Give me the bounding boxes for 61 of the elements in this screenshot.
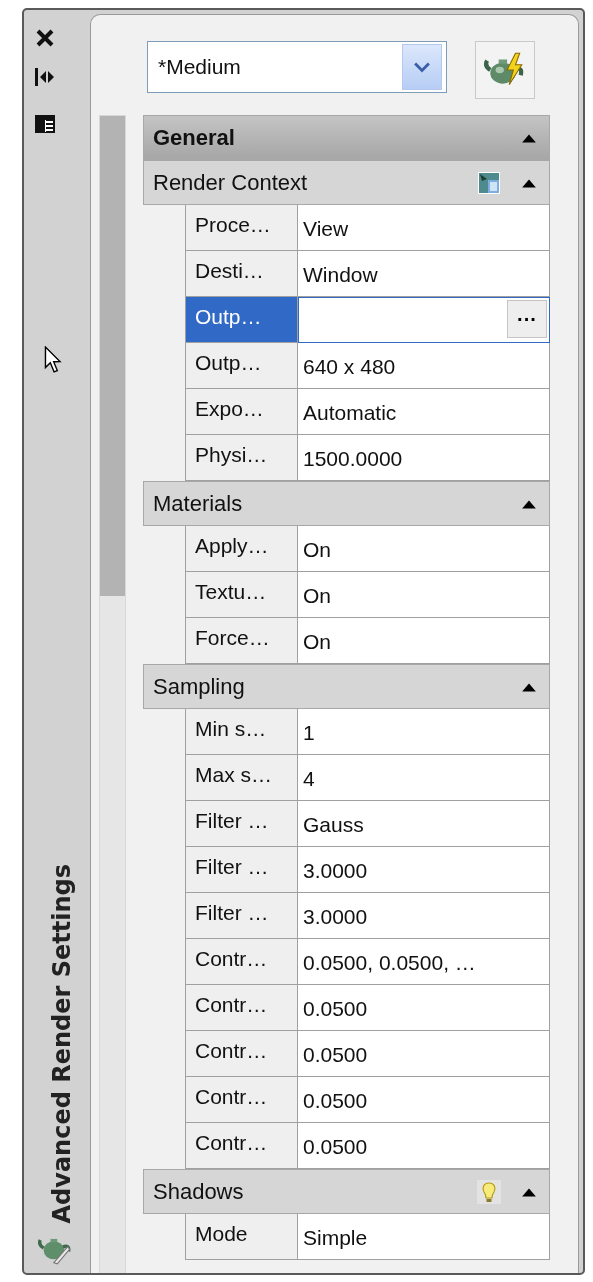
property-name[interactable]: Proce… xyxy=(185,205,298,251)
property-value[interactable]: On xyxy=(298,618,550,664)
property-value[interactable]: 0.0500 xyxy=(298,1077,550,1123)
palette-title: Advanced Render Settings xyxy=(48,863,76,1223)
property-value[interactable]: Gauss xyxy=(298,801,550,847)
section-title: General xyxy=(153,124,236,151)
property-name[interactable]: Force… xyxy=(185,618,298,664)
property-value[interactable]: 0.0500 xyxy=(298,985,550,1031)
property-name[interactable]: Min s… xyxy=(185,709,298,755)
property-name[interactable]: Contr… xyxy=(185,1123,298,1169)
property-name[interactable]: Contr… xyxy=(185,1077,298,1123)
section-title: Sampling xyxy=(153,673,246,700)
property-name[interactable]: Apply… xyxy=(185,526,298,572)
property-name[interactable]: Contr… xyxy=(185,985,298,1031)
section-header[interactable]: Shadows xyxy=(143,1169,550,1214)
property-name[interactable]: Expo… xyxy=(185,389,298,435)
property-name[interactable]: Contr… xyxy=(185,1031,298,1077)
properties-icon[interactable] xyxy=(34,113,56,135)
section-title: Shadows xyxy=(153,1178,245,1205)
property-name[interactable]: Contr… xyxy=(185,939,298,985)
auto-hide-icon[interactable] xyxy=(34,66,56,88)
property-value[interactable]: On xyxy=(298,526,550,572)
property-value[interactable]: 3.0000 xyxy=(298,893,550,939)
property-value[interactable]: 0.0500 xyxy=(298,1031,550,1077)
section-title: Render Context xyxy=(153,169,309,196)
property-value[interactable]: 1 xyxy=(298,709,550,755)
property-value[interactable]: 0.0500 xyxy=(298,1123,550,1169)
section-header[interactable]: General xyxy=(143,115,550,160)
property-name[interactable]: Outp… xyxy=(185,343,298,389)
chevron-down-icon xyxy=(414,61,430,73)
property-value[interactable]: 0.0500, 0.0500, … xyxy=(298,939,550,985)
property-value[interactable]: View xyxy=(298,205,550,251)
property-name[interactable]: Filter … xyxy=(185,893,298,939)
property-value[interactable]: ··· xyxy=(298,297,550,343)
property-name[interactable]: Max s… xyxy=(185,755,298,801)
property-name[interactable]: Desti… xyxy=(185,251,298,297)
render-button[interactable] xyxy=(475,41,535,99)
property-name[interactable]: Filter … xyxy=(185,847,298,893)
property-value[interactable]: 1500.0000 xyxy=(298,435,550,481)
section-header[interactable]: Sampling xyxy=(143,664,550,709)
property-value[interactable]: On xyxy=(298,572,550,618)
property-name[interactable]: Outp… xyxy=(185,297,298,343)
render-window-icon[interactable] xyxy=(477,170,501,195)
property-name[interactable]: Mode xyxy=(185,1214,298,1260)
cursor-icon xyxy=(44,346,62,374)
preset-dropdown[interactable]: *Medium xyxy=(147,41,447,93)
section-header[interactable]: Render Context xyxy=(143,160,550,205)
browse-button[interactable]: ··· xyxy=(507,300,547,338)
property-value[interactable]: 3.0000 xyxy=(298,847,550,893)
property-name[interactable]: Physi… xyxy=(185,435,298,481)
close-icon[interactable] xyxy=(35,28,55,48)
property-name[interactable]: Textu… xyxy=(185,572,298,618)
property-value[interactable]: Window xyxy=(298,251,550,297)
property-value[interactable]: 640 x 480 xyxy=(298,343,550,389)
property-value[interactable]: 4 xyxy=(298,755,550,801)
property-value[interactable]: Automatic xyxy=(298,389,550,435)
property-name[interactable]: Filter … xyxy=(185,801,298,847)
section-header[interactable]: Materials xyxy=(143,481,550,526)
section-title: Materials xyxy=(153,490,244,517)
scrollbar-thumb[interactable] xyxy=(100,116,125,596)
property-value[interactable]: Simple xyxy=(298,1214,550,1260)
